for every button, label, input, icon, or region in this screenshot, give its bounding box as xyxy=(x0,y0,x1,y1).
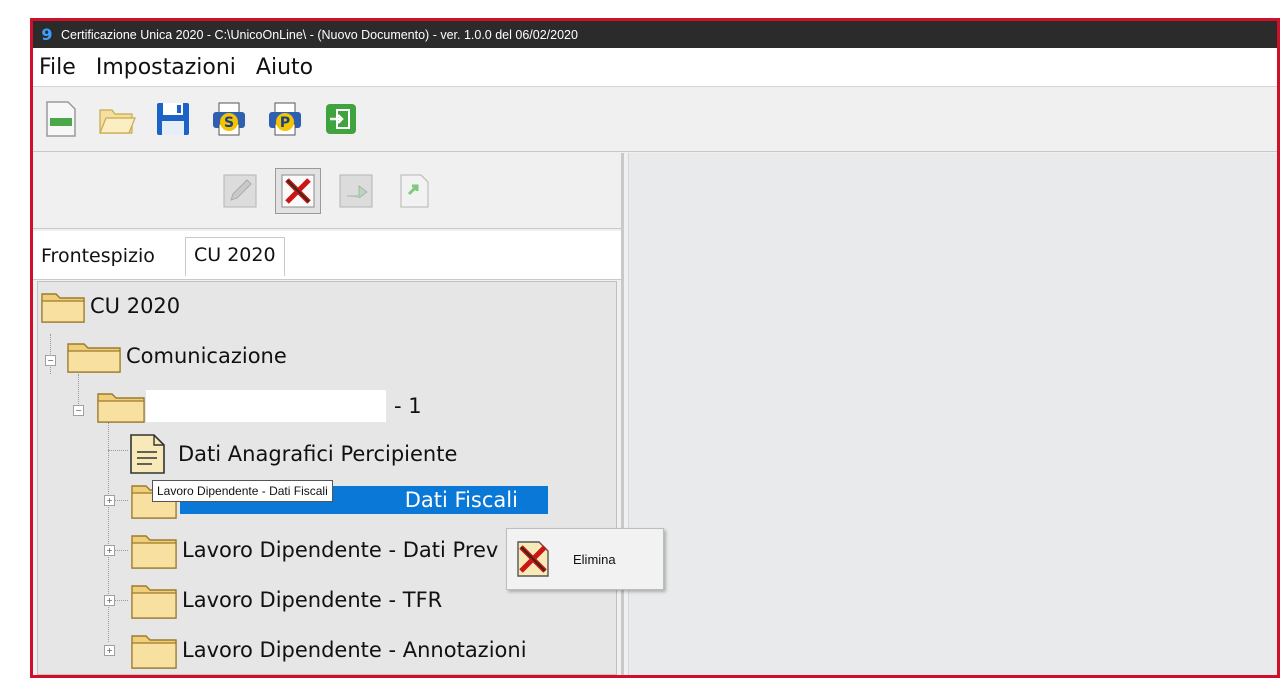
document-icon xyxy=(130,434,165,474)
export-icon xyxy=(400,174,429,207)
menu-bar: File Impostazioni Aiuto xyxy=(33,48,1277,87)
tree-node-label: Dati Anagrafici Percipiente xyxy=(178,442,458,466)
open-button[interactable] xyxy=(97,99,137,139)
save-button[interactable] xyxy=(153,99,193,139)
expand-icon[interactable]: + xyxy=(104,595,115,606)
window-title: Certificazione Unica 2020 - C:\UnicoOnLi… xyxy=(61,27,578,42)
collapse-icon[interactable]: − xyxy=(73,405,84,416)
tree-node-label: Lavoro Dipendente - Dati Prev xyxy=(182,538,499,562)
tree-node-label: Lavoro Dipendente - Annotazioni xyxy=(182,638,527,662)
app-logo-icon: 9 xyxy=(41,24,53,44)
left-panel: Frontespizio CU 2020 CU 2020 − Comunicaz… xyxy=(33,153,624,675)
folder-icon xyxy=(131,585,177,619)
detail-panel xyxy=(628,153,1277,675)
tree-toolbar xyxy=(33,153,621,229)
save-icon xyxy=(157,103,189,135)
edit-icon xyxy=(223,174,257,207)
svg-text:P: P xyxy=(280,115,290,131)
tree-connector xyxy=(108,450,128,451)
collapse-icon[interactable]: − xyxy=(45,355,56,366)
print-p-button[interactable]: P xyxy=(265,99,305,139)
context-delete-button[interactable] xyxy=(511,537,555,581)
main-toolbar: S P xyxy=(33,87,1277,152)
folder-icon xyxy=(97,393,145,423)
delete-button[interactable] xyxy=(275,167,321,214)
delete-icon xyxy=(517,541,549,577)
tree-node-dati-previdenziali[interactable]: Lavoro Dipendente - Dati Prev xyxy=(130,530,498,570)
redacted-field xyxy=(146,390,386,422)
tree-node-label: Comunicazione xyxy=(126,344,287,368)
exit-icon xyxy=(326,104,356,134)
exit-button[interactable] xyxy=(321,99,361,139)
import-icon xyxy=(339,174,373,207)
export-button[interactable] xyxy=(391,168,437,214)
import-button[interactable] xyxy=(333,168,379,214)
print-p-icon: P xyxy=(269,102,301,136)
new-document-button[interactable] xyxy=(41,99,81,139)
tree-node-annotazioni[interactable]: Lavoro Dipendente - Annotazioni xyxy=(130,630,527,670)
expand-icon[interactable]: + xyxy=(104,645,115,656)
tree-node-label: CU 2020 xyxy=(90,294,181,318)
svg-text:S: S xyxy=(224,115,234,131)
tab-frontespizio[interactable]: Frontespizio xyxy=(41,245,155,267)
tooltip: Lavoro Dipendente - Dati Fiscali xyxy=(152,480,333,502)
expand-icon[interactable]: + xyxy=(104,545,115,556)
print-s-icon: S xyxy=(213,102,245,136)
expand-icon[interactable]: + xyxy=(104,495,115,506)
tree-node-dati-anagrafici[interactable]: Dati Anagrafici Percipiente xyxy=(128,432,457,476)
tree-connector xyxy=(108,422,109,642)
tab-cu-2020[interactable]: CU 2020 xyxy=(185,237,285,276)
new-document-icon xyxy=(46,101,76,137)
open-folder-icon xyxy=(99,109,136,134)
folder-icon xyxy=(131,635,177,669)
menu-aiuto[interactable]: Aiuto xyxy=(256,55,313,80)
tree-node-root[interactable]: CU 2020 xyxy=(40,288,180,324)
tree-node-record[interactable]: - 1 xyxy=(96,388,422,424)
folder-icon xyxy=(67,343,121,373)
folder-icon xyxy=(131,535,177,569)
tab-bar: Frontespizio CU 2020 xyxy=(33,231,621,280)
context-menu-item-elimina[interactable]: Elimina xyxy=(573,552,616,567)
tree-node-tfr[interactable]: Lavoro Dipendente - TFR xyxy=(130,580,442,620)
tree-connector xyxy=(78,374,79,404)
tree-connector xyxy=(50,334,51,374)
menu-file[interactable]: File xyxy=(39,55,76,80)
menu-impostazioni[interactable]: Impostazioni xyxy=(96,55,236,80)
context-menu: Elimina xyxy=(506,528,664,590)
folder-icon xyxy=(41,293,85,323)
title-bar: 9 Certificazione Unica 2020 - C:\UnicoOn… xyxy=(33,21,1277,48)
edit-button[interactable] xyxy=(217,168,263,214)
tree-node-label: - 1 xyxy=(394,394,422,418)
delete-icon xyxy=(281,174,315,207)
tree-node-label: Lavoro Dipendente - TFR xyxy=(182,588,443,612)
tree-node-comunicazione[interactable]: Comunicazione xyxy=(66,338,287,374)
document-tree: CU 2020 − Comunicazione − - 1 Dati Anagr… xyxy=(37,281,617,675)
print-s-button[interactable]: S xyxy=(209,99,249,139)
